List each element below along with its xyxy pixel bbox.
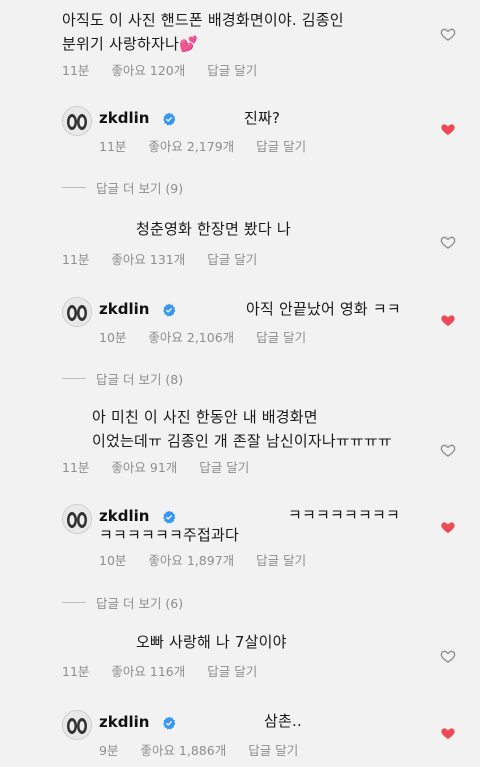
comment-text: 아직도 이 사진 핸드폰 배경화면이야. 김종인 분위기 사랑하자나💕: [62, 11, 344, 53]
likes-count[interactable]: 좋아요 116개: [111, 664, 185, 679]
comment-text: 오빠 사랑해 나 7살이야: [136, 633, 287, 651]
comment-time: 9분: [99, 743, 119, 758]
heart-outline-icon[interactable]: [440, 442, 456, 458]
username[interactable]: zkdlin: [99, 109, 149, 127]
verified-badge-icon: [163, 510, 176, 524]
comment-meta: 11분 좋아요 120개 답글 달기: [62, 60, 279, 79]
reply-button[interactable]: 답글 달기: [256, 330, 306, 345]
comment-meta: 11분 좋아요 131개 답글 달기: [62, 249, 279, 268]
reply-button[interactable]: 답글 달기: [248, 743, 298, 758]
view-more-replies-label: 답글 더 보기 (6): [96, 596, 184, 611]
comment-meta: 10분 좋아요 1,897개 답글 달기: [99, 550, 328, 569]
comment-time: 11분: [62, 252, 90, 267]
reply-button[interactable]: 답글 달기: [207, 664, 257, 679]
heart-outline-icon[interactable]: [440, 234, 456, 250]
avatar[interactable]: [62, 106, 92, 136]
comment-meta: 9분 좋아요 1,886개 답글 달기: [99, 740, 320, 759]
comment-text: 아 미친 이 사진 한동안 내 배경화면 이었는데ㅠ 김종인 개 존잘 남신이자…: [92, 408, 392, 450]
username[interactable]: zkdlin: [99, 300, 149, 318]
heart-filled-icon[interactable]: [440, 312, 456, 328]
comment-time: 11분: [62, 460, 90, 475]
view-more-replies-label: 답글 더 보기 (8): [96, 372, 184, 387]
divider-line: [62, 378, 86, 379]
view-more-replies-button[interactable]: 답글 더 보기 (8): [62, 369, 183, 388]
username[interactable]: zkdlin: [99, 713, 149, 731]
likes-count[interactable]: 좋아요 120개: [111, 63, 185, 78]
comment-meta: 11분 좋아요 91개 답글 달기: [62, 457, 271, 476]
comment-text: 아직 안끝났어 영화 ㅋㅋ: [246, 300, 401, 318]
comment-time: 10분: [99, 330, 127, 345]
heart-filled-icon[interactable]: [440, 121, 456, 137]
divider-line: [62, 602, 86, 603]
likes-count[interactable]: 좋아요 1,897개: [148, 553, 234, 568]
likes-count[interactable]: 좋아요 1,886개: [140, 743, 226, 758]
likes-count[interactable]: 좋아요 91개: [111, 460, 177, 475]
comment-meta: 10분 좋아요 2,106개 답글 달기: [99, 327, 328, 346]
reply-button[interactable]: 답글 달기: [256, 553, 306, 568]
likes-count[interactable]: 좋아요 2,179개: [148, 139, 234, 154]
avatar[interactable]: [62, 710, 92, 740]
comment-time: 11분: [62, 63, 90, 78]
view-more-replies-button[interactable]: 답글 더 보기 (9): [62, 178, 183, 197]
comment-meta: 11분 좋아요 116개 답글 달기: [62, 661, 279, 680]
reply-button[interactable]: 답글 달기: [256, 139, 306, 154]
heart-outline-icon[interactable]: [440, 648, 456, 664]
verified-badge-icon: [163, 112, 176, 126]
comment-text: 진짜?: [244, 109, 281, 127]
heart-outline-icon[interactable]: [440, 26, 456, 42]
avatar[interactable]: [62, 297, 92, 327]
comment-text: 삼촌..: [264, 712, 302, 730]
heart-filled-icon[interactable]: [440, 519, 456, 535]
verified-badge-icon: [163, 716, 176, 730]
avatar[interactable]: [62, 504, 92, 534]
divider-line: [62, 187, 86, 188]
comment-time: 11분: [62, 664, 90, 679]
comment-text: ㅋㅋㅋㅋㅋㅋㅋㅋ: [288, 506, 401, 524]
comment-text: 청춘영화 한장면 봤다 나: [136, 220, 291, 238]
likes-count[interactable]: 좋아요 131개: [111, 252, 185, 267]
comment-meta: 11분 좋아요 2,179개 답글 달기: [99, 136, 328, 155]
comment-time: 10분: [99, 553, 127, 568]
comment-text-continued: ㅋㅋㅋㅋㅋㅋ주접과다: [99, 526, 240, 544]
comment-time: 11분: [99, 139, 127, 154]
reply-button[interactable]: 답글 달기: [207, 252, 257, 267]
view-more-replies-button[interactable]: 답글 더 보기 (6): [62, 593, 183, 612]
view-more-replies-label: 답글 더 보기 (9): [96, 181, 184, 196]
reply-button[interactable]: 답글 달기: [207, 63, 257, 78]
reply-button[interactable]: 답글 달기: [199, 460, 249, 475]
heart-filled-icon[interactable]: [440, 725, 456, 741]
verified-badge-icon: [163, 303, 176, 317]
likes-count[interactable]: 좋아요 2,106개: [148, 330, 234, 345]
